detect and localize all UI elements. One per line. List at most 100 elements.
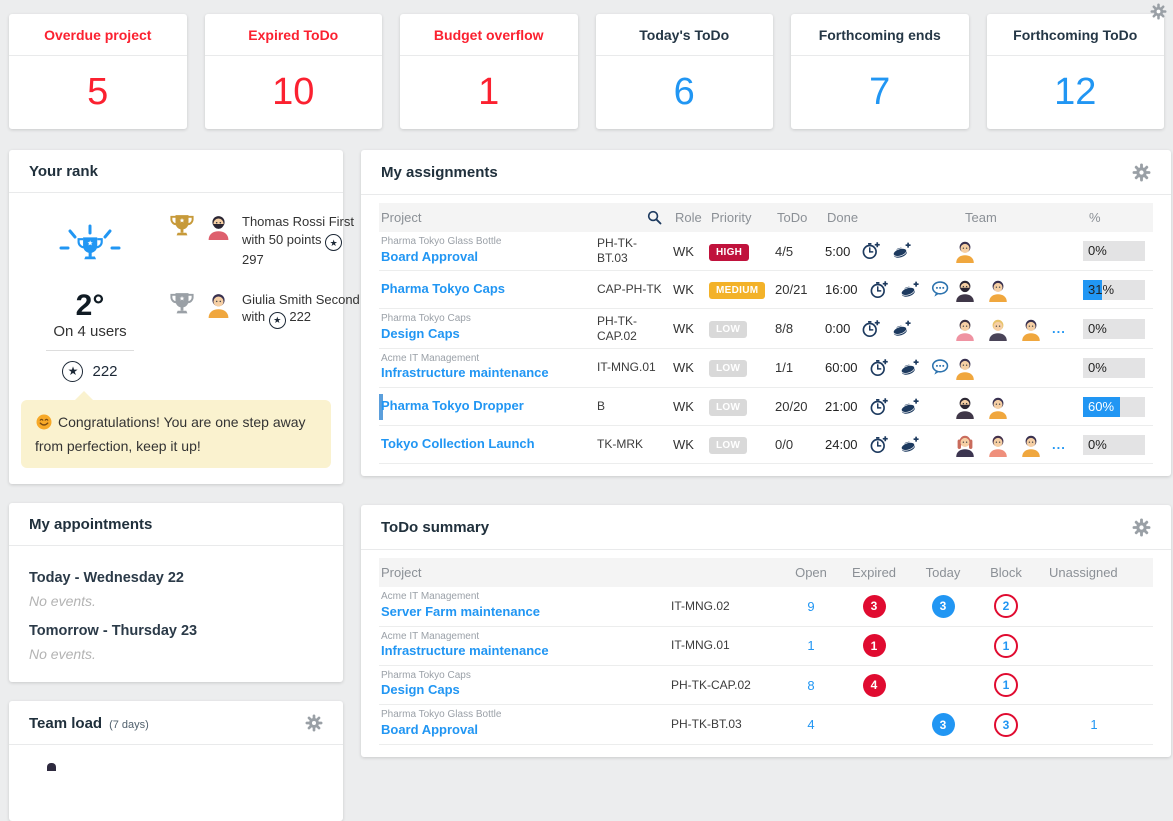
today-count-badge[interactable]: 3 bbox=[932, 713, 955, 736]
my-appointments-card: My appointments Today - Wednesday 22No e… bbox=[9, 503, 343, 682]
block-count-badge[interactable]: 2 bbox=[994, 594, 1018, 618]
stat-card-label: Forthcoming ends bbox=[791, 14, 969, 56]
todo-count: 8/8 bbox=[775, 321, 825, 336]
avatar[interactable] bbox=[1019, 317, 1043, 341]
avatar[interactable] bbox=[953, 395, 977, 419]
project-parent-label: Acme IT Management bbox=[381, 631, 667, 644]
project-link[interactable]: Pharma Tokyo Caps bbox=[381, 281, 593, 298]
avatar[interactable] bbox=[953, 433, 977, 457]
dashboard-page: Overdue project5Expired ToDo10Budget ove… bbox=[0, 14, 1173, 735]
todo-count: 4/5 bbox=[775, 244, 825, 259]
add-worklog-icon[interactable] bbox=[869, 435, 889, 455]
avatar[interactable] bbox=[986, 395, 1010, 419]
progress-label: 0% bbox=[1083, 435, 1145, 455]
done-cell: 21:00 bbox=[825, 397, 953, 417]
avatar[interactable] bbox=[953, 356, 977, 380]
col-header-percent: % bbox=[1083, 210, 1153, 225]
add-todo-icon[interactable] bbox=[892, 241, 912, 261]
gear-icon[interactable] bbox=[305, 714, 323, 732]
todo-summary-table: Project Open Expired Today Block Unassig… bbox=[379, 558, 1153, 745]
stat-card-budget-overflow[interactable]: Budget overflow1 bbox=[400, 14, 578, 129]
stat-card-today-s-todo[interactable]: Today's ToDo6 bbox=[596, 14, 774, 129]
team-cell: ... bbox=[953, 433, 1083, 457]
gear-icon[interactable] bbox=[1132, 518, 1151, 537]
avatar[interactable] bbox=[986, 278, 1010, 302]
project-link[interactable]: Design Caps bbox=[381, 682, 667, 699]
block-count: 3 bbox=[977, 713, 1035, 737]
team-cell: ... bbox=[953, 317, 1083, 341]
todo-summary-card: ToDo summary Project Open Expired Today … bbox=[361, 505, 1171, 757]
expired-count-badge[interactable]: 1 bbox=[863, 634, 886, 657]
left-column: Your rank 2° On 4 users ★ bbox=[9, 150, 343, 821]
block-count-badge[interactable]: 3 bbox=[994, 713, 1018, 737]
col-header-block: Block bbox=[977, 565, 1035, 580]
avatar[interactable] bbox=[953, 278, 977, 302]
project-link[interactable]: Infrastructure maintenance bbox=[381, 643, 667, 660]
add-todo-icon[interactable] bbox=[900, 358, 920, 378]
project-link[interactable]: Board Approval bbox=[381, 249, 593, 266]
expired-count-badge[interactable]: 4 bbox=[863, 674, 886, 697]
add-worklog-icon[interactable] bbox=[861, 319, 881, 339]
avatar[interactable] bbox=[953, 317, 977, 341]
congrats-text: Congratulations! You are one step away f… bbox=[35, 414, 306, 454]
stat-card-expired-todo[interactable]: Expired ToDo10 bbox=[205, 14, 383, 129]
add-todo-icon[interactable] bbox=[900, 435, 920, 455]
progress-cell: 0% bbox=[1083, 358, 1153, 378]
project-link[interactable]: Infrastructure maintenance bbox=[381, 365, 593, 382]
project-link[interactable]: Design Caps bbox=[381, 326, 593, 343]
assignment-row: Acme IT ManagementInfrastructure mainten… bbox=[379, 349, 1153, 388]
today-count: 3 bbox=[909, 713, 977, 736]
project-link[interactable]: Pharma Tokyo Dropper bbox=[381, 398, 593, 415]
stat-card-label: Today's ToDo bbox=[596, 14, 774, 56]
gear-icon[interactable] bbox=[1150, 3, 1167, 20]
add-worklog-icon[interactable] bbox=[869, 280, 889, 300]
open-count[interactable]: 1 bbox=[783, 638, 839, 653]
rank-body: 2° On 4 users ★ 222 Thom bbox=[9, 193, 343, 386]
priority-cell: LOW bbox=[709, 435, 775, 454]
done-hours: 16:00 bbox=[825, 282, 858, 297]
today-count-badge[interactable]: 3 bbox=[932, 595, 955, 618]
open-count[interactable]: 9 bbox=[783, 599, 839, 614]
stat-card-overdue-project[interactable]: Overdue project5 bbox=[9, 14, 187, 129]
your-rank-title: Your rank bbox=[29, 163, 98, 180]
stat-card-forthcoming-todo[interactable]: Forthcoming ToDo12 bbox=[987, 14, 1165, 129]
team-load-title: Team load bbox=[29, 715, 102, 732]
more-team-link[interactable]: ... bbox=[1052, 437, 1066, 452]
more-team-link[interactable]: ... bbox=[1052, 321, 1066, 336]
open-count[interactable]: 8 bbox=[783, 678, 839, 693]
open-count[interactable]: 4 bbox=[783, 717, 839, 732]
add-todo-icon[interactable] bbox=[900, 280, 920, 300]
comments-icon[interactable] bbox=[931, 358, 950, 377]
todo-count: 1/1 bbox=[775, 360, 825, 375]
gear-icon[interactable] bbox=[1132, 163, 1151, 182]
project-link[interactable]: Board Approval bbox=[381, 722, 667, 739]
avatar[interactable] bbox=[986, 317, 1010, 341]
expired-count: 1 bbox=[839, 634, 909, 657]
add-worklog-icon[interactable] bbox=[869, 397, 889, 417]
search-icon[interactable] bbox=[646, 209, 673, 226]
add-worklog-icon[interactable] bbox=[869, 358, 889, 378]
avatar[interactable] bbox=[1019, 433, 1043, 457]
project-link[interactable]: Tokyo Collection Launch bbox=[381, 436, 593, 453]
add-worklog-icon[interactable] bbox=[861, 241, 881, 261]
stat-card-forthcoming-ends[interactable]: Forthcoming ends7 bbox=[791, 14, 969, 129]
add-todo-icon[interactable] bbox=[892, 319, 912, 339]
avatar[interactable] bbox=[986, 433, 1010, 457]
unassigned-count[interactable]: 1 bbox=[1035, 717, 1153, 732]
priority-badge: HIGH bbox=[709, 244, 749, 261]
project-code: PH-TK-CAP.02 bbox=[597, 314, 673, 344]
expired-count-badge[interactable]: 3 bbox=[863, 595, 886, 618]
block-count-badge[interactable]: 1 bbox=[994, 634, 1018, 658]
progress-bar: 0% bbox=[1083, 358, 1145, 378]
today-count: 3 bbox=[909, 595, 977, 618]
assignment-row: Pharma Tokyo DropperBWKLOW20/2021:00 60% bbox=[379, 388, 1153, 426]
rank-leaderboard: Thomas Rossi First with 50 points ★ 297 … bbox=[155, 213, 364, 382]
block-count-badge[interactable]: 1 bbox=[994, 673, 1018, 697]
col-header-project: Project bbox=[379, 210, 597, 225]
done-hours: 21:00 bbox=[825, 399, 858, 414]
comments-icon[interactable] bbox=[931, 280, 950, 299]
avatar[interactable] bbox=[953, 239, 977, 263]
project-link[interactable]: Server Farm maintenance bbox=[381, 604, 667, 621]
project-code: PH-TK-BT.03 bbox=[597, 236, 673, 266]
add-todo-icon[interactable] bbox=[900, 397, 920, 417]
